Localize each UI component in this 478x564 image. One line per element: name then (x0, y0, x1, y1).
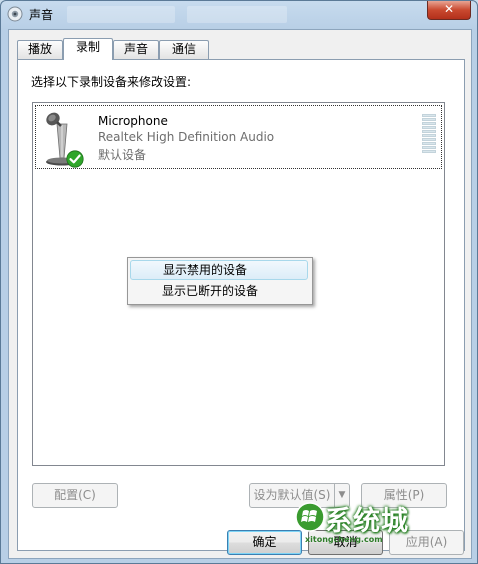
device-status: 默认设备 (98, 148, 147, 162)
dialog-client-area: 播放 录制 声音 通信 选择以下录制设备来修改设置: Microphone Re… (8, 29, 472, 559)
device-item-microphone[interactable]: Microphone Realtek High Definition Audio… (35, 105, 442, 169)
tab-playback[interactable]: 播放 (17, 40, 63, 59)
watermark-text: 系统城 (325, 506, 409, 537)
watermark-url: xitongcheng.com (305, 535, 383, 544)
menu-item-show-disconnected-devices[interactable]: 显示已断开的设备 (130, 281, 308, 301)
context-menu: 显示禁用的设备 显示已断开的设备 (127, 257, 313, 305)
tab-recording[interactable]: 录制 (63, 38, 113, 60)
close-button[interactable]: ✕ (427, 1, 471, 20)
close-icon: ✕ (443, 2, 455, 16)
level-meter (422, 114, 436, 154)
window-title: 声音 (29, 8, 54, 22)
device-driver: Realtek High Definition Audio (98, 130, 275, 144)
recording-panel: 选择以下录制设备来修改设置: Microphone Realtek High D… (17, 59, 465, 551)
instruction-text: 选择以下录制设备来修改设置: (31, 75, 192, 89)
background-titlebar-ghost (187, 6, 287, 23)
watermark: 系统城 xitongcheng.com (291, 496, 441, 551)
tab-communications[interactable]: 通信 (159, 40, 209, 59)
sound-dialog: 声音 ✕ 播放 录制 声音 通信 选择以下录制设备来修改设置: Micropho… (0, 0, 478, 564)
title-bar[interactable]: 声音 ✕ (1, 1, 477, 27)
menu-item-show-disabled-devices[interactable]: 显示禁用的设备 (130, 260, 308, 280)
green-check-icon (66, 150, 84, 168)
speaker-icon (7, 6, 23, 22)
device-name: Microphone (98, 114, 168, 128)
device-list[interactable]: Microphone Realtek High Definition Audio… (32, 102, 445, 466)
windows-logo-icon (295, 502, 325, 532)
configure-button[interactable]: 配置(C) (32, 483, 118, 508)
tab-sounds[interactable]: 声音 (113, 40, 159, 59)
background-titlebar-ghost (67, 6, 175, 23)
